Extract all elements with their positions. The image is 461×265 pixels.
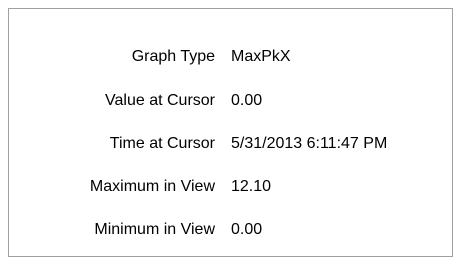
time-at-cursor-label: Time at Cursor <box>109 135 215 152</box>
graph-type-label: Graph Type <box>131 48 215 65</box>
value-at-cursor-row: Value at Cursor 0.00 <box>9 89 452 113</box>
maximum-in-view-label: Maximum in View <box>89 178 215 195</box>
minimum-in-view-label: Minimum in View <box>94 221 215 238</box>
graph-type-value: MaxPkX <box>231 48 291 65</box>
graph-info-panel: Graph Type MaxPkX Value at Cursor 0.00 T… <box>8 8 453 257</box>
time-at-cursor-value: 5/31/2013 6:11:47 PM <box>231 135 388 152</box>
maximum-in-view-row: Maximum in View 12.10 <box>9 175 452 199</box>
time-at-cursor-row: Time at Cursor 5/31/2013 6:11:47 PM <box>9 132 452 156</box>
minimum-in-view-row: Minimum in View 0.00 <box>9 218 452 242</box>
minimum-in-view-value: 0.00 <box>231 221 263 238</box>
value-at-cursor-value: 0.00 <box>231 92 263 109</box>
graph-type-row: Graph Type MaxPkX <box>9 45 452 69</box>
value-at-cursor-label: Value at Cursor <box>105 92 215 109</box>
maximum-in-view-value: 12.10 <box>231 178 272 195</box>
